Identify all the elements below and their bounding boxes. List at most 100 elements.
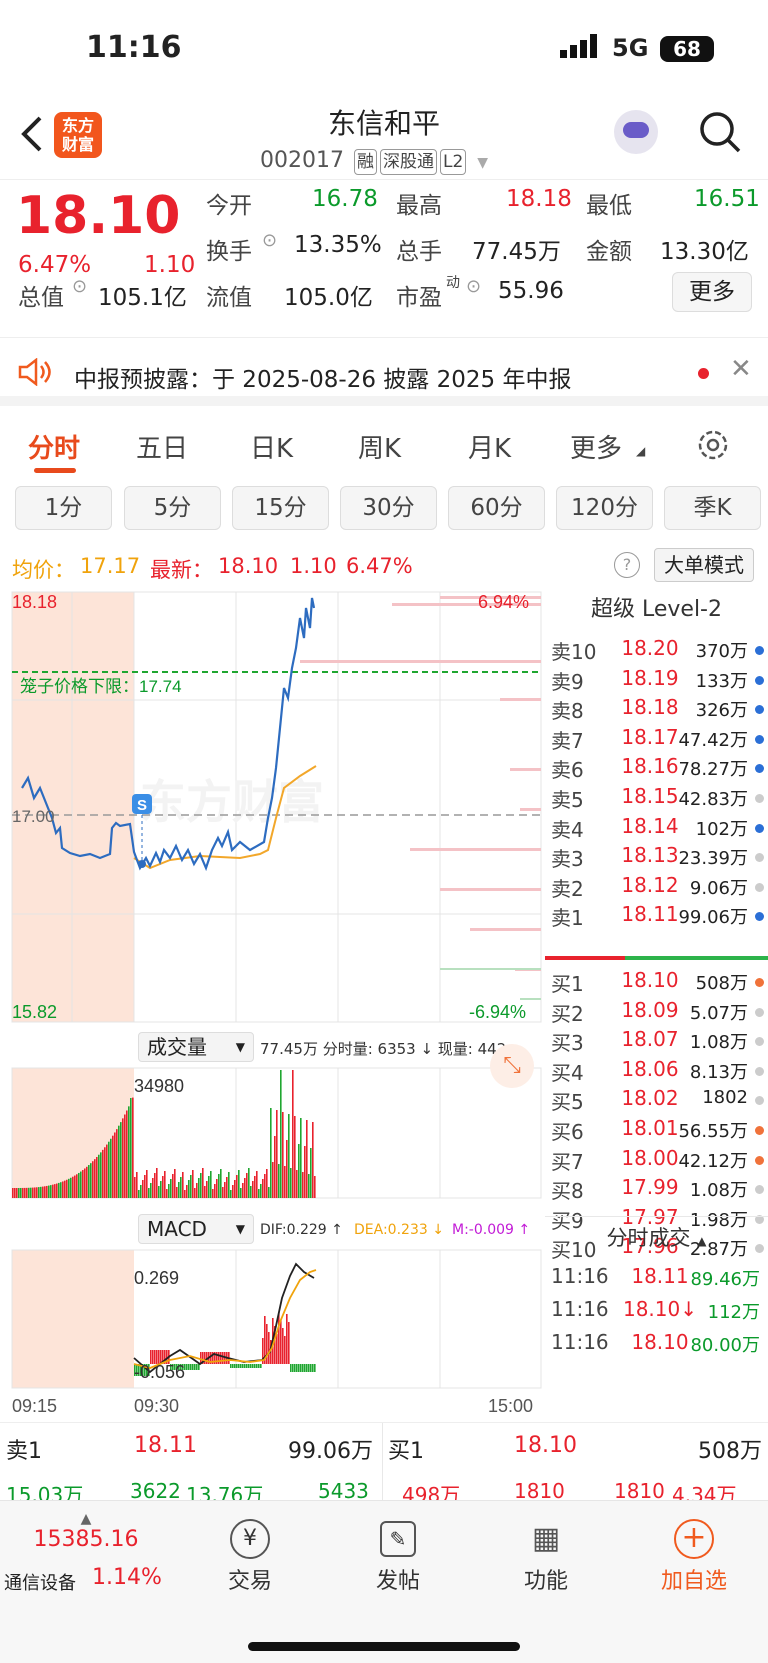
big-order-mode-button[interactable]: 大单模式 bbox=[654, 548, 754, 582]
close-icon[interactable]: ✕ bbox=[730, 354, 752, 384]
bid-row[interactable]: 买2 18.09 5.07万 bbox=[545, 996, 768, 1027]
volume-bar bbox=[80, 1171, 82, 1198]
ask-row[interactable]: 卖3 18.13 23.39万 bbox=[545, 841, 768, 872]
volume-bar bbox=[220, 1169, 222, 1198]
volume-bar bbox=[140, 1185, 142, 1198]
ask-row[interactable]: 卖6 18.16 78.27万 bbox=[545, 752, 768, 783]
buy1-price: 18.10 bbox=[514, 1433, 577, 1458]
period-60m[interactable]: 60分 bbox=[448, 486, 545, 530]
tab-month-k[interactable]: 月K bbox=[468, 428, 511, 465]
intraday-chart[interactable]: 东方财富 S 18.18 15.82 6.94% -6.94% 17.00 笼子… bbox=[0, 588, 545, 1418]
volume-bar bbox=[310, 1148, 312, 1198]
tab-day-k[interactable]: 日K bbox=[250, 428, 293, 465]
add-watchlist-tab[interactable]: + 加自选 bbox=[634, 1511, 754, 1595]
ask-row[interactable]: 卖1 18.11 99.06万 bbox=[545, 900, 768, 931]
info-icon[interactable]: ⊙ bbox=[262, 230, 277, 251]
level1-summary: 卖1 18.11 99.06万 买1 18.10 508万 15.03万 362… bbox=[0, 1422, 768, 1507]
sell1-volume: 99.06万 bbox=[288, 1439, 373, 1464]
volume-bar bbox=[270, 1108, 272, 1198]
volume-bar bbox=[64, 1180, 66, 1198]
trades-header[interactable]: 分时成交 ▲ bbox=[545, 1216, 768, 1258]
last-price: 18.10 bbox=[16, 186, 181, 246]
volume-bar bbox=[126, 1110, 128, 1198]
bid-row[interactable]: 买5 18.02 1802 bbox=[545, 1084, 768, 1115]
ask-row[interactable]: 卖9 18.19 133万 bbox=[545, 664, 768, 695]
info-icon[interactable]: ⊙ bbox=[466, 276, 481, 297]
order-dot bbox=[755, 1185, 764, 1195]
bid-row[interactable]: 买7 18.00 42.12万 bbox=[545, 1144, 768, 1175]
bid-row[interactable]: 买1 18.10 508万 bbox=[545, 966, 768, 997]
order-dot bbox=[755, 794, 764, 803]
macd-bar bbox=[294, 1364, 296, 1372]
bid-row[interactable]: 买6 18.01 56.55万 bbox=[545, 1114, 768, 1145]
macd-bar bbox=[186, 1364, 188, 1370]
amount-value: 13.30亿 bbox=[660, 239, 749, 265]
macd-bar bbox=[306, 1364, 308, 1372]
tab-week-k[interactable]: 周K bbox=[358, 428, 401, 465]
settings-icon[interactable] bbox=[696, 428, 730, 462]
dropdown-icon[interactable]: ▼ bbox=[477, 155, 488, 171]
ask-row[interactable]: 卖8 18.18 326万 bbox=[545, 693, 768, 724]
trades-title: 分时成交 bbox=[606, 1226, 691, 1250]
ask-volume: 370万 bbox=[695, 641, 748, 662]
low-label: 最低 bbox=[586, 193, 632, 219]
more-button[interactable]: 更多 bbox=[672, 272, 752, 312]
macd-indicator-select[interactable]: MACD ▼ bbox=[138, 1214, 254, 1244]
info-icon[interactable]: ⊙ bbox=[72, 276, 87, 297]
volume-bar bbox=[82, 1170, 84, 1198]
volume-indicator-select[interactable]: 成交量 ▼ bbox=[138, 1032, 254, 1062]
volume-bar bbox=[206, 1181, 208, 1198]
trade-tab[interactable]: ¥ 交易 bbox=[190, 1511, 310, 1595]
ask-row[interactable]: 卖10 18.20 370万 bbox=[545, 634, 768, 665]
expand-icon[interactable]: ⤡ bbox=[490, 1044, 534, 1088]
trade-row: 11:16 18.11 89.46万 bbox=[545, 1262, 768, 1293]
volume-bar bbox=[218, 1174, 220, 1198]
volume-value: 77.45万 bbox=[472, 239, 561, 265]
macd-bar bbox=[198, 1364, 200, 1370]
volume-bar bbox=[298, 1144, 300, 1198]
index-value: 15385.16 bbox=[33, 1527, 139, 1552]
trade-time: 11:16 bbox=[551, 1264, 609, 1288]
period-1m[interactable]: 1分 bbox=[15, 486, 112, 530]
volume-bar bbox=[54, 1184, 56, 1198]
volume-bar bbox=[124, 1114, 126, 1198]
ask-volume: 9.06万 bbox=[689, 877, 748, 899]
volume-bar bbox=[46, 1185, 48, 1198]
ask-row[interactable]: 卖5 18.15 42.83万 bbox=[545, 782, 768, 813]
function-tab[interactable]: ▦ 功能 bbox=[486, 1511, 606, 1595]
notice-bar[interactable]: 中报预披露：于 2025-08-26 披露 2025 年中报 ✕ bbox=[0, 340, 768, 406]
volume-bar bbox=[34, 1187, 36, 1198]
period-15m[interactable]: 15分 bbox=[232, 486, 329, 530]
tab-more[interactable]: 更多 bbox=[570, 428, 622, 465]
period-quarter[interactable]: 季K bbox=[664, 486, 761, 530]
index-widget[interactable]: ▲ 15385.16 通信设备 1.14% bbox=[0, 1511, 172, 1611]
period-120m[interactable]: 120分 bbox=[556, 486, 653, 530]
bid-row[interactable]: 买8 17.99 1.08万 bbox=[545, 1173, 768, 1204]
latest-value: 18.10 bbox=[218, 554, 279, 578]
post-tab[interactable]: ✎ 发帖 bbox=[338, 1511, 458, 1595]
bid-row[interactable]: 买3 18.07 1.08万 bbox=[545, 1025, 768, 1056]
ask-row[interactable]: 卖2 18.12 9.06万 bbox=[545, 871, 768, 902]
assistant-avatar[interactable] bbox=[614, 110, 658, 154]
trade-row: 11:16 18.10↓ 112万 bbox=[545, 1295, 768, 1326]
ask-label: 卖6 bbox=[551, 758, 584, 783]
search-icon[interactable] bbox=[698, 110, 742, 156]
tab-intraday[interactable]: 分时 bbox=[28, 428, 80, 465]
bid-volume: 1.08万 bbox=[689, 1180, 748, 1202]
edit-icon: ✎ bbox=[380, 1521, 416, 1557]
tab-5day[interactable]: 五日 bbox=[136, 428, 188, 465]
bid-row[interactable]: 买4 18.06 8.13万 bbox=[545, 1055, 768, 1086]
order-dot bbox=[755, 853, 764, 863]
bid-price: 18.01 bbox=[621, 1116, 679, 1140]
index-name: 通信设备 bbox=[4, 1573, 76, 1594]
period-30m[interactable]: 30分 bbox=[340, 486, 437, 530]
volume-bar bbox=[226, 1177, 228, 1198]
volume-bar bbox=[68, 1178, 70, 1198]
help-icon[interactable]: ? bbox=[614, 552, 640, 578]
volume-bar bbox=[30, 1187, 32, 1198]
ask-row[interactable]: 卖4 18.14 102万 bbox=[545, 812, 768, 843]
volume-bar bbox=[22, 1187, 24, 1198]
ask-row[interactable]: 卖7 18.17 47.42万 bbox=[545, 723, 768, 754]
period-5m[interactable]: 5分 bbox=[124, 486, 221, 530]
speaker-icon bbox=[18, 358, 51, 386]
